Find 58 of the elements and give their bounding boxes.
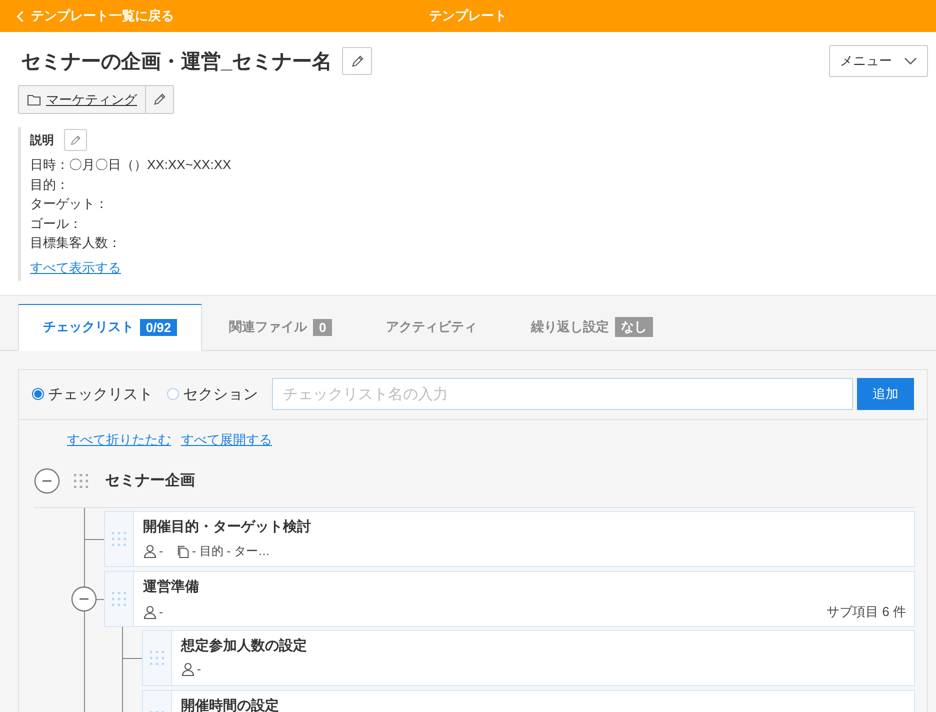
- tab[interactable]: チェックリスト 0/92: [18, 304, 202, 350]
- collapse-icon[interactable]: [34, 468, 60, 494]
- folder-icon: [27, 94, 41, 106]
- checklist-name-field[interactable]: チェックリスト名の入力: [272, 378, 853, 410]
- page-title: テンプレート: [429, 7, 507, 25]
- assignee-text: -: [197, 662, 201, 676]
- checklist-item-card[interactable]: 運営準備 - サブ項目 6 件: [104, 570, 915, 626]
- tab-count-badge: 0: [313, 318, 332, 336]
- person-icon: [143, 604, 157, 618]
- tab-count-badge: なし: [615, 317, 654, 337]
- pencil-icon: [70, 134, 81, 146]
- pencil-icon: [350, 54, 364, 68]
- person-icon: [181, 662, 195, 676]
- type-radio[interactable]: チェックリスト: [32, 384, 153, 404]
- person-icon: [143, 544, 157, 558]
- item-title: 開催目的・ターゲット検討: [143, 516, 312, 536]
- collapse-icon[interactable]: [71, 586, 97, 612]
- item-title: 開催時間の設定: [181, 696, 280, 712]
- show-all-link[interactable]: すべて表示する: [30, 258, 121, 276]
- description-line: 目的：: [30, 176, 70, 194]
- folder-link[interactable]: マーケティング: [18, 85, 146, 114]
- checklist-item-card[interactable]: 開催目的・ターゲット検討 - - 目的 - ター…: [104, 510, 915, 566]
- description-line: ゴール：: [30, 214, 83, 232]
- subitem-count: サブ項目 6 件: [826, 602, 906, 620]
- drag-handle-icon[interactable]: [112, 532, 126, 546]
- checklist-item-card[interactable]: 想定参加人数の設定 -: [142, 630, 915, 686]
- item-title: 運営準備: [143, 576, 200, 596]
- edit-folder-button[interactable]: [146, 85, 174, 114]
- pencil-icon: [153, 93, 166, 106]
- item-title: 想定参加人数の設定: [181, 636, 308, 654]
- checklist-item-card[interactable]: 開催時間の設定: [142, 690, 915, 712]
- assignee-text: -: [159, 544, 163, 558]
- description-line: 日時：〇月〇日（）XX:XX~XX:XX: [30, 156, 232, 174]
- menu-button[interactable]: メニュー: [829, 45, 928, 77]
- description-line: 目標集客人数：: [30, 234, 122, 252]
- description-line: ターゲット：: [30, 195, 109, 213]
- note-text: - 目的 - ター…: [192, 542, 270, 560]
- template-title: セミナーの企画・運営_セミナー名: [21, 50, 332, 74]
- tree-toggle-link[interactable]: すべて折りたたむ: [67, 430, 171, 448]
- add-button[interactable]: 追加: [857, 378, 914, 410]
- edit-description-button[interactable]: [64, 129, 87, 151]
- document-icon: [177, 544, 190, 558]
- assignee-text: -: [159, 604, 163, 618]
- edit-button[interactable]: [342, 47, 372, 75]
- section-title: セミナー企画: [105, 471, 195, 490]
- drag-handle-icon[interactable]: [74, 474, 88, 488]
- tab[interactable]: アクティビティ: [359, 304, 504, 350]
- back-link[interactable]: テンプレート一覧に戻る: [0, 7, 174, 25]
- description-label: 説明: [30, 132, 54, 148]
- drag-handle-icon[interactable]: [150, 650, 164, 664]
- tree-toggle-link[interactable]: すべて展開する: [181, 430, 272, 448]
- chevron-down-icon: [904, 57, 917, 65]
- tab[interactable]: 関連ファイル 0: [202, 304, 360, 350]
- type-radio[interactable]: セクション: [167, 384, 258, 404]
- tab[interactable]: 繰り返し設定 なし: [504, 304, 680, 350]
- chevron-left-icon: [16, 10, 25, 22]
- drag-handle-icon[interactable]: [112, 592, 126, 606]
- tab-count-badge: 0/92: [140, 318, 178, 336]
